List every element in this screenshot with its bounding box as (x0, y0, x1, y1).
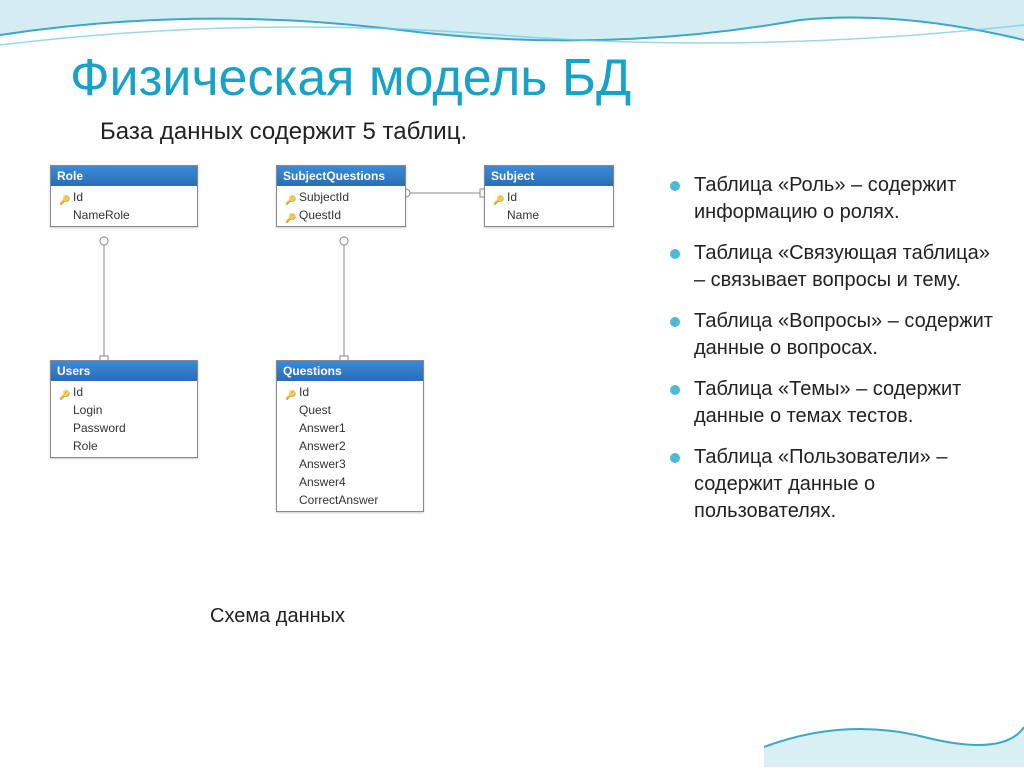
table-field: Id (489, 188, 609, 206)
table-field: Role (55, 437, 193, 455)
table-field: Password (55, 419, 193, 437)
list-item: Таблица «Связующая таблица» – связывает … (670, 240, 994, 294)
primary-key-icon (285, 210, 295, 220)
table-field: Id (281, 383, 419, 401)
table-subject: Subject Id Name (484, 165, 614, 227)
primary-key-icon (59, 192, 69, 202)
decorative-wave-bottom (764, 697, 1024, 767)
table-field: Login (55, 401, 193, 419)
list-item: Таблица «Роль» – содержит информацию о р… (670, 172, 994, 226)
primary-key-icon (285, 192, 295, 202)
table-header: Users (51, 361, 197, 381)
table-field: Answer4 (281, 473, 419, 491)
table-subjectquestions: SubjectQuestions SubjectId QuestId (276, 165, 406, 227)
primary-key-icon (285, 387, 295, 397)
list-item: Таблица «Темы» – содержит данные о темах… (670, 376, 994, 430)
primary-key-icon (59, 387, 69, 397)
table-field: NameRole (55, 206, 193, 224)
table-header: Role (51, 166, 197, 186)
slide-subtitle: База данных содержит 5 таблиц. (100, 118, 467, 146)
table-header: Subject (485, 166, 613, 186)
table-field: QuestId (281, 206, 401, 224)
table-field: Id (55, 188, 193, 206)
table-field: Answer3 (281, 455, 419, 473)
table-header: Questions (277, 361, 423, 381)
table-questions: Questions Id Quest Answer1 Answer2 Answe… (276, 360, 424, 512)
slide-title: Физическая модель БД (70, 48, 631, 108)
table-field: Quest (281, 401, 419, 419)
table-field: SubjectId (281, 188, 401, 206)
table-role: Role Id NameRole (50, 165, 198, 227)
table-header: SubjectQuestions (277, 166, 405, 186)
list-item: Таблица «Пользователи» – содержит данные… (670, 444, 994, 525)
bullet-list: Таблица «Роль» – содержит информацию о р… (670, 172, 994, 539)
diagram-caption: Схема данных (210, 605, 345, 628)
table-field: CorrectAnswer (281, 491, 419, 509)
list-item: Таблица «Вопросы» – содержит данные о во… (670, 308, 994, 362)
table-users: Users Id Login Password Role (50, 360, 198, 458)
table-field: Id (55, 383, 193, 401)
primary-key-icon (493, 192, 503, 202)
table-field: Name (489, 206, 609, 224)
table-field: Answer2 (281, 437, 419, 455)
table-field: Answer1 (281, 419, 419, 437)
database-diagram: Role Id NameRole SubjectQuestions Subjec… (46, 165, 646, 645)
